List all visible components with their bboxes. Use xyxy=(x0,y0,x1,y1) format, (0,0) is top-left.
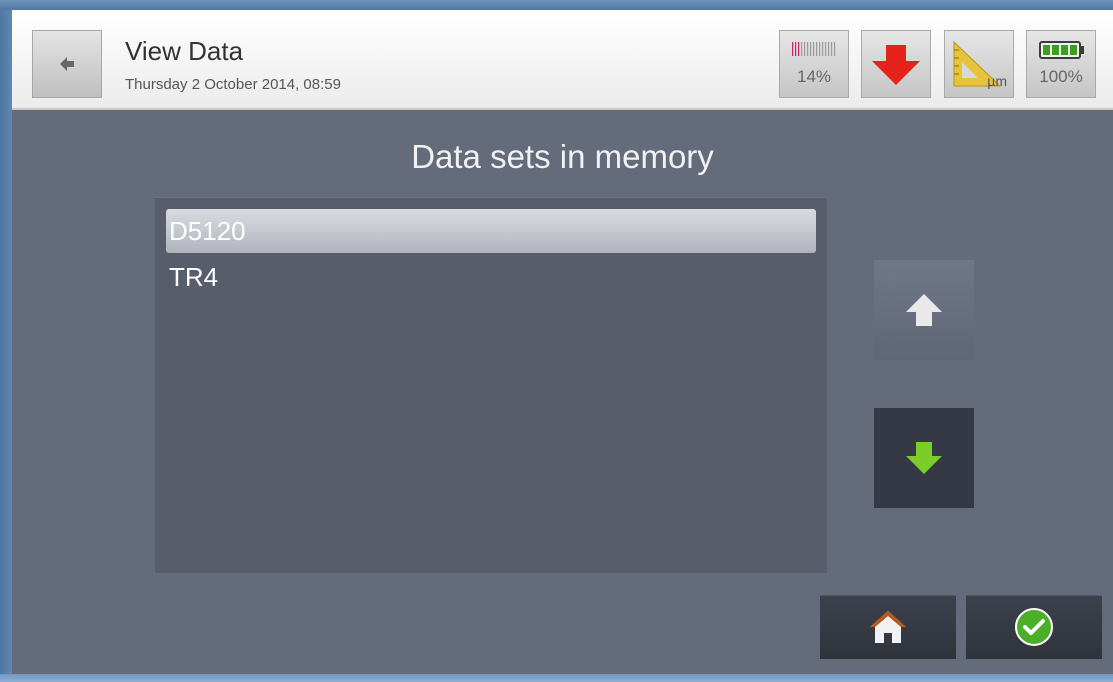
confirm-button[interactable] xyxy=(966,595,1102,659)
window-frame-left xyxy=(0,10,12,674)
check-circle-icon xyxy=(1015,608,1053,646)
memory-status-button[interactable]: 14% xyxy=(779,30,849,98)
back-arrow-icon xyxy=(60,57,74,71)
page-datetime: Thursday 2 October 2014, 08:59 xyxy=(125,76,341,93)
home-button[interactable] xyxy=(820,595,956,659)
battery-percent: 100% xyxy=(1039,67,1083,86)
unit-label: µm xyxy=(987,73,1007,89)
scroll-up-button[interactable] xyxy=(874,260,974,360)
app-window: View Data Thursday 2 October 2014, 08:59 xyxy=(0,0,1113,682)
app-screen: View Data Thursday 2 October 2014, 08:59 xyxy=(12,10,1113,674)
window-frame-top xyxy=(0,0,1113,10)
battery-status-button[interactable]: 100% xyxy=(1026,30,1096,98)
unit-button[interactable]: µm xyxy=(944,30,1014,98)
memory-percent: 14% xyxy=(796,67,832,86)
battery-icon xyxy=(1039,41,1084,59)
page-title: View Data xyxy=(125,36,244,66)
section-heading: Data sets in memory xyxy=(411,138,714,175)
download-button[interactable] xyxy=(861,30,931,98)
dataset-list: D5120 TR4 xyxy=(155,197,827,573)
dataset-item-d5120[interactable]: D5120 xyxy=(166,209,816,253)
back-button[interactable] xyxy=(32,30,102,98)
window-frame-bottom xyxy=(0,674,1113,682)
scroll-down-button[interactable] xyxy=(874,408,974,508)
green-down-arrow-icon xyxy=(906,442,942,474)
up-arrow-icon xyxy=(906,294,942,326)
home-icon xyxy=(870,611,906,643)
red-down-arrow-icon xyxy=(872,45,920,85)
dataset-item-tr4[interactable]: TR4 xyxy=(166,255,816,299)
memory-gauge-icon xyxy=(792,42,836,56)
header-bar: View Data Thursday 2 October 2014, 08:59 xyxy=(12,10,1113,110)
